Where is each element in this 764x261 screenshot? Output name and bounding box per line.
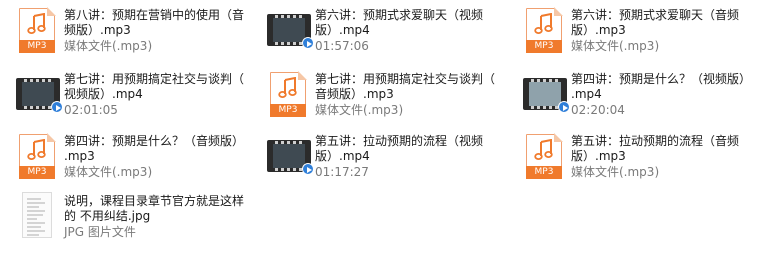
- file-name: 第六讲：预期式求爱聊天（音频 版）.mp3: [571, 8, 740, 37]
- file-name: 第四讲：预期是什么？（视频版） .mp4: [571, 72, 752, 101]
- file-item[interactable]: MP3 第五讲：拉动预期的流程（音频 版）.mp3 媒体文件(.mp3): [523, 132, 739, 184]
- file-item[interactable]: MP3 第四讲：预期是什么？（音频版） .mp3 媒体文件(.mp3): [16, 132, 244, 184]
- mp3-file-icon: MP3: [16, 6, 60, 58]
- mp3-file-icon: MP3: [523, 6, 567, 58]
- file-item[interactable]: MP3 第六讲：预期式求爱聊天（音频 版）.mp3 媒体文件(.mp3): [523, 6, 739, 58]
- file-item[interactable]: 第七讲：用预期搞定社交与谈判（ 视频版）.mp4 02:01:05: [16, 70, 244, 122]
- file-text: 说明，课程目录章节官方就是这样 的 不用纠结.jpg JPG 图片文件: [64, 192, 244, 240]
- jpg-file-icon: [16, 192, 60, 244]
- file-item[interactable]: MP3 第七讲：用预期搞定社交与谈判（ 音频版）.mp3 媒体文件(.mp3): [267, 70, 495, 122]
- file-item[interactable]: MP3 第八讲：预期在营销中的使用（音 频版）.mp3 媒体文件(.mp3): [16, 6, 244, 58]
- file-text: 第六讲：预期式求爱聊天（视频 版）.mp4 01:57:06: [315, 6, 483, 54]
- file-text: 第四讲：预期是什么？（音频版） .mp3 媒体文件(.mp3): [64, 132, 244, 180]
- play-badge-icon: [558, 101, 570, 113]
- mp3-file-icon: MP3: [523, 132, 567, 184]
- file-grid: MP3 第八讲：预期在营销中的使用（音 频版）.mp3 媒体文件(.mp3) 第六讲：…: [0, 0, 764, 261]
- video-file-icon: [523, 70, 570, 122]
- file-name: 第六讲：预期式求爱聊天（视频 版）.mp4: [315, 8, 484, 37]
- mp3-label: MP3: [526, 166, 562, 179]
- file-type: 媒体文件(.mp3): [571, 165, 660, 179]
- file-text: 第五讲：拉动预期的流程（音频 版）.mp3 媒体文件(.mp3): [571, 132, 739, 180]
- file-name: 说明，课程目录章节官方就是这样 的 不用纠结.jpg: [64, 194, 245, 223]
- file-name: 第四讲：预期是什么？（音频版） .mp3: [64, 134, 245, 163]
- file-type: JPG 图片文件: [64, 225, 136, 239]
- video-file-icon: [16, 70, 63, 122]
- file-name: 第八讲：预期在营销中的使用（音 频版）.mp3: [64, 8, 245, 37]
- file-type: 媒体文件(.mp3): [64, 39, 153, 53]
- file-name: 第七讲：用预期搞定社交与谈判（ 视频版）.mp4: [64, 72, 245, 101]
- play-badge-icon: [51, 101, 63, 113]
- file-type: 媒体文件(.mp3): [571, 39, 660, 53]
- file-type: 媒体文件(.mp3): [315, 103, 404, 117]
- mp3-label: MP3: [19, 166, 55, 179]
- file-text: 第四讲：预期是什么？（视频版） .mp4 02:20:04: [571, 70, 751, 118]
- file-type: 媒体文件(.mp3): [64, 165, 153, 179]
- video-file-icon: [267, 6, 314, 58]
- mp3-label: MP3: [270, 104, 306, 117]
- file-text: 第六讲：预期式求爱聊天（音频 版）.mp3 媒体文件(.mp3): [571, 6, 739, 54]
- file-duration: 02:01:05: [64, 103, 118, 117]
- file-item[interactable]: 第五讲：拉动预期的流程（视频 版）.mp4 01:17:27: [267, 132, 483, 184]
- mp3-file-icon: MP3: [267, 70, 311, 122]
- file-item[interactable]: 说明，课程目录章节官方就是这样 的 不用纠结.jpg JPG 图片文件: [16, 192, 244, 244]
- file-name: 第五讲：拉动预期的流程（音频 版）.mp3: [571, 134, 740, 163]
- mp3-file-icon: MP3: [16, 132, 60, 184]
- file-text: 第八讲：预期在营销中的使用（音 频版）.mp3 媒体文件(.mp3): [64, 6, 244, 54]
- file-name: 第七讲：用预期搞定社交与谈判（ 音频版）.mp3: [315, 72, 496, 101]
- play-badge-icon: [302, 163, 314, 175]
- mp3-label: MP3: [19, 40, 55, 53]
- file-duration: 02:20:04: [571, 103, 625, 117]
- mp3-label: MP3: [526, 40, 562, 53]
- file-duration: 01:57:06: [315, 39, 369, 53]
- file-duration: 01:17:27: [315, 165, 369, 179]
- file-text: 第七讲：用预期搞定社交与谈判（ 视频版）.mp4 02:01:05: [64, 70, 244, 118]
- file-item[interactable]: 第四讲：预期是什么？（视频版） .mp4 02:20:04: [523, 70, 751, 122]
- file-text: 第七讲：用预期搞定社交与谈判（ 音频版）.mp3 媒体文件(.mp3): [315, 70, 495, 118]
- file-text: 第五讲：拉动预期的流程（视频 版）.mp4 01:17:27: [315, 132, 483, 180]
- file-name: 第五讲：拉动预期的流程（视频 版）.mp4: [315, 134, 484, 163]
- video-file-icon: [267, 132, 314, 184]
- file-item[interactable]: 第六讲：预期式求爱聊天（视频 版）.mp4 01:57:06: [267, 6, 483, 58]
- play-badge-icon: [302, 37, 314, 49]
